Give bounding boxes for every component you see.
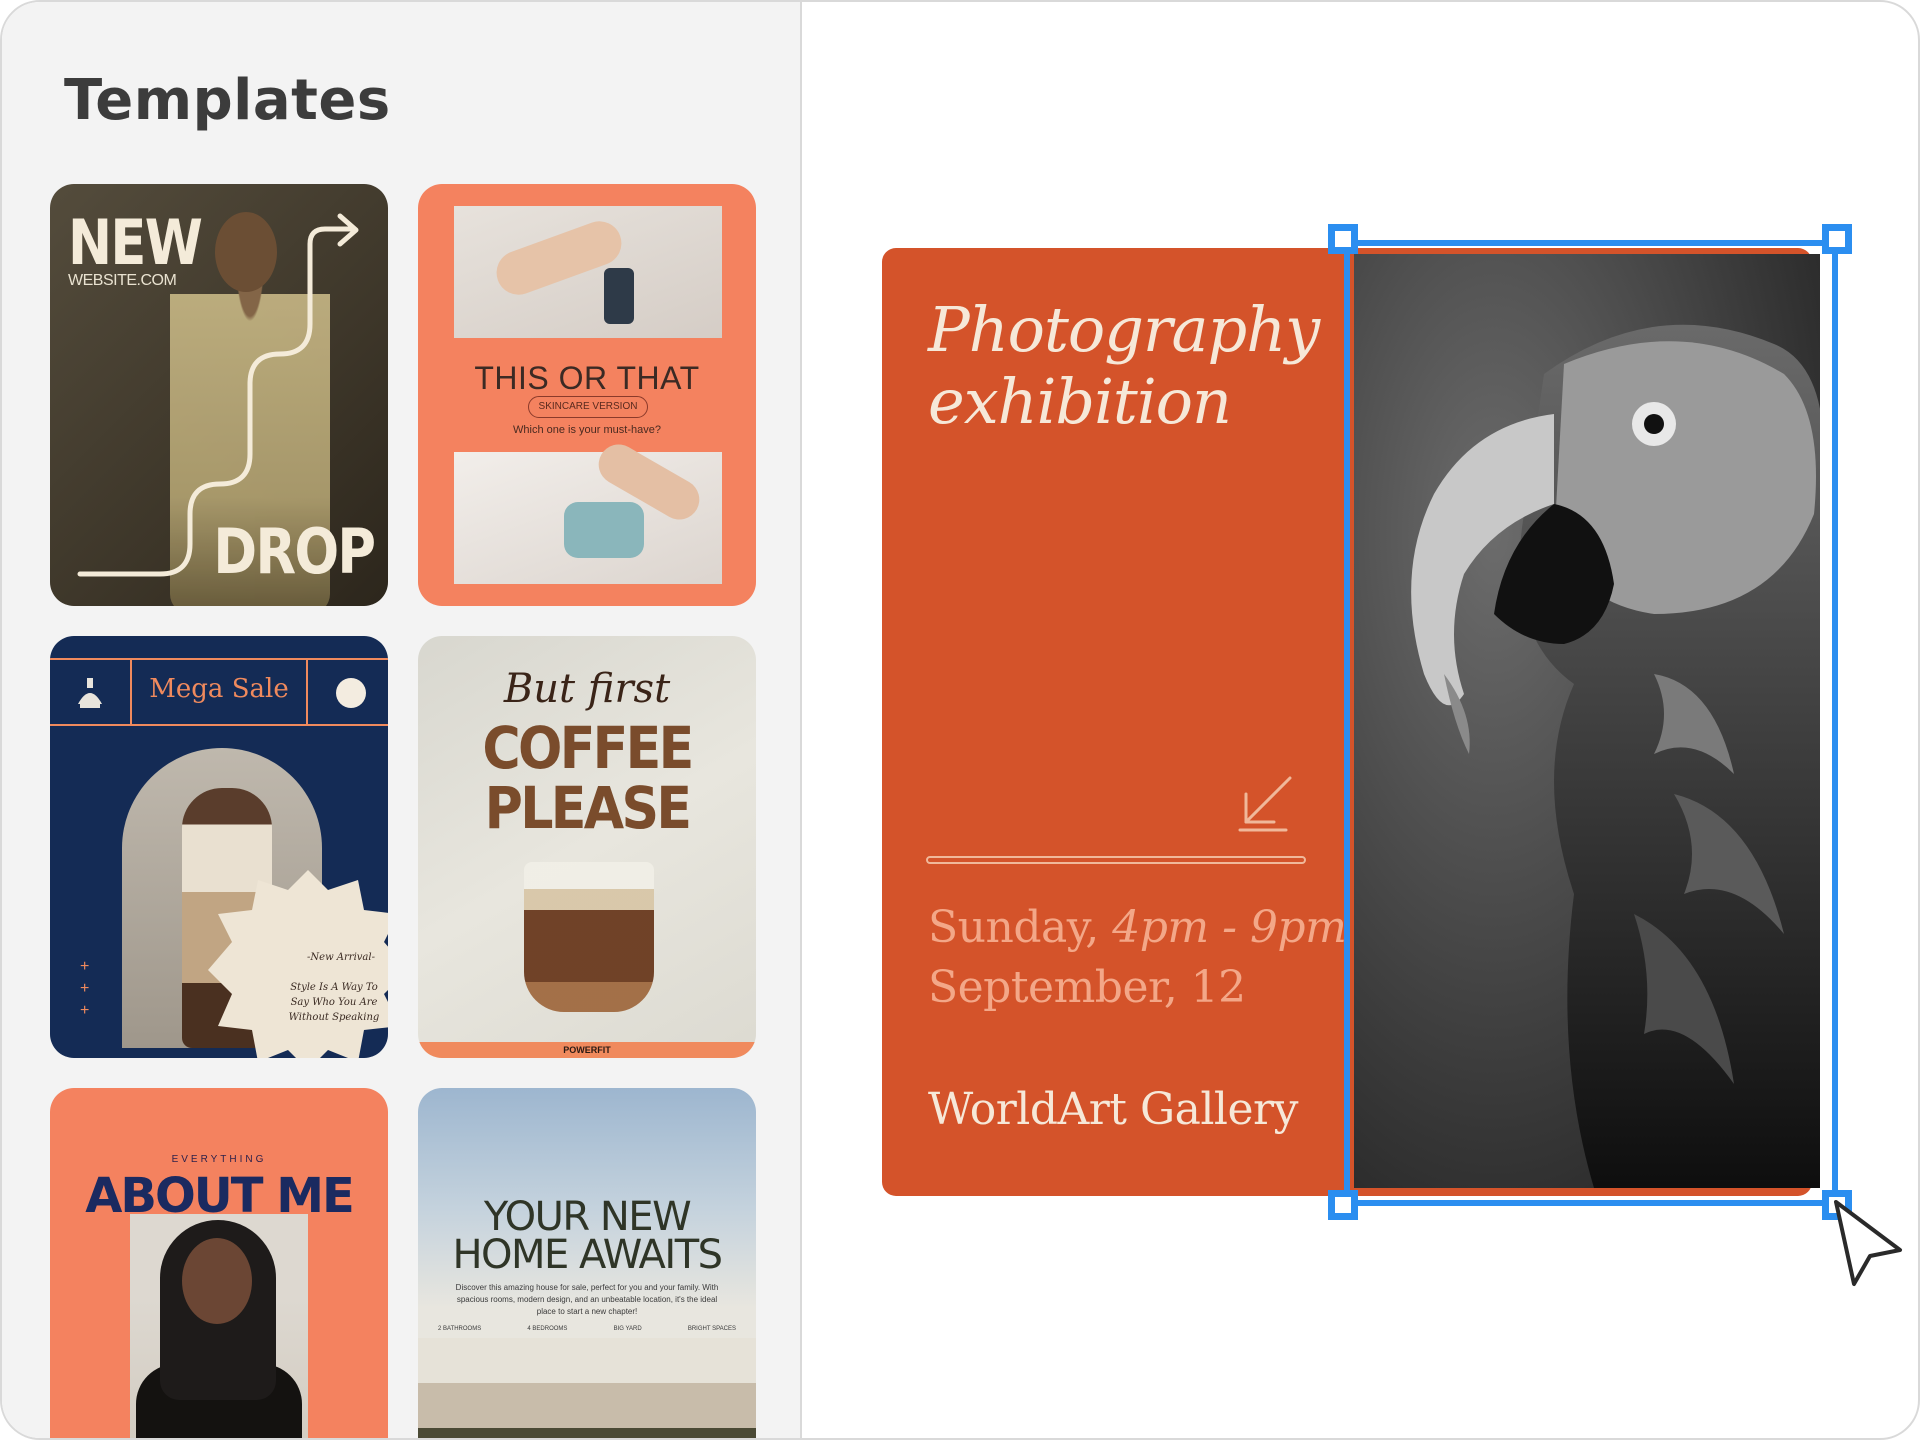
lamp-icon [78,678,102,708]
feature-item: 4 BEDROOMS [527,1326,568,1332]
serum-photo [454,206,722,338]
template-tagline: Style Is A Way To Say Who You Are Withou… [288,982,380,1023]
event-time-row: Sunday, 4pm - 9pm [928,898,1347,958]
template-coffee[interactable]: But first COFFEE PLEASE POWERFIT [418,636,756,1058]
feature-item: 2 BATHROOMS [438,1326,482,1332]
panel-title: Templates [64,68,391,133]
resize-handle-top-left[interactable] [1328,224,1358,254]
template-new-home[interactable]: YOUR NEW HOME AWAITS Discover this amazi… [418,1088,756,1438]
template-arrival: -New Arrival- [307,952,375,963]
divider [306,660,308,724]
feature-list: 2 BATHROOMS 4 BEDROOMS BIG YARD BRIGHT S… [438,1326,736,1332]
template-headline-2: HOME AWAITS [452,1232,723,1278]
template-title: Mega Sale [149,674,289,704]
template-subtitle: Which one is your must-have? [513,424,661,436]
event-time: 4pm - 9pm [1112,902,1347,953]
divider-line [926,856,1306,864]
template-mega-sale[interactable]: Mega Sale -New Arrival- Style Is A Way T… [50,636,388,1058]
resize-handle-top-right[interactable] [1822,224,1852,254]
template-headline: NEW [68,206,203,279]
portrait-face [182,1238,252,1324]
card-title-line-1: Photography [928,293,1320,366]
feature-item: BRIGHT SPACES [687,1326,736,1332]
mouse-cursor-icon [1834,1200,1902,1286]
card-title[interactable]: Photography exhibition [928,293,1320,438]
template-script: But first [503,666,671,712]
template-footer: POWERFIT [418,1042,756,1058]
template-description: Discover this amazing house for sale, pe… [455,1283,719,1316]
coffee-glass [524,862,654,1012]
card-title-line-2: exhibition [928,365,1232,438]
template-title: THIS OR THAT [474,360,700,396]
template-this-or-that[interactable]: THIS OR THAT SKINCARE VERSION Which one … [418,184,756,606]
selection-box [1344,240,1838,1206]
plus-icon: + [80,980,90,997]
template-new-drop[interactable]: NEW WEBSITE.COM DROP [50,184,388,606]
plus-icon: + [80,1002,90,1019]
templates-panel: Templates NEW WEBSITE.COM DROP THIS OR T… [2,2,802,1438]
plus-icon: + [80,958,90,975]
template-eyebrow: EVERYTHING [171,1154,267,1165]
event-date: September, 12 [928,962,1246,1013]
house-photo [418,1338,756,1438]
bottle-shape [604,268,634,324]
event-day: Sunday, [928,902,1099,953]
cream-photo [454,437,722,584]
arrow-down-left-icon [1238,776,1292,832]
template-header-bar: Mega Sale [50,658,388,726]
template-headline-2: PLEASE [484,774,692,842]
resize-handle-bottom-left[interactable] [1328,1190,1358,1220]
venue-name[interactable]: WorldArt Gallery [928,1084,1298,1135]
template-headline: COFFEE [482,714,694,782]
template-headline-2: DROP [213,515,376,588]
sun-icon [336,678,366,708]
app-window: Templates NEW WEBSITE.COM DROP THIS OR T… [0,0,1920,1440]
template-pill: SKINCARE VERSION [528,396,648,418]
feature-item: BIG YARD [613,1326,642,1332]
template-website: WEBSITE.COM [68,272,177,289]
template-about-me[interactable]: EVERYTHING ABOUT ME [50,1088,388,1438]
event-datetime[interactable]: Sunday, 4pm - 9pm September, 12 [928,898,1347,1018]
jar-shape [564,502,644,558]
portrait-photo [130,1214,308,1438]
